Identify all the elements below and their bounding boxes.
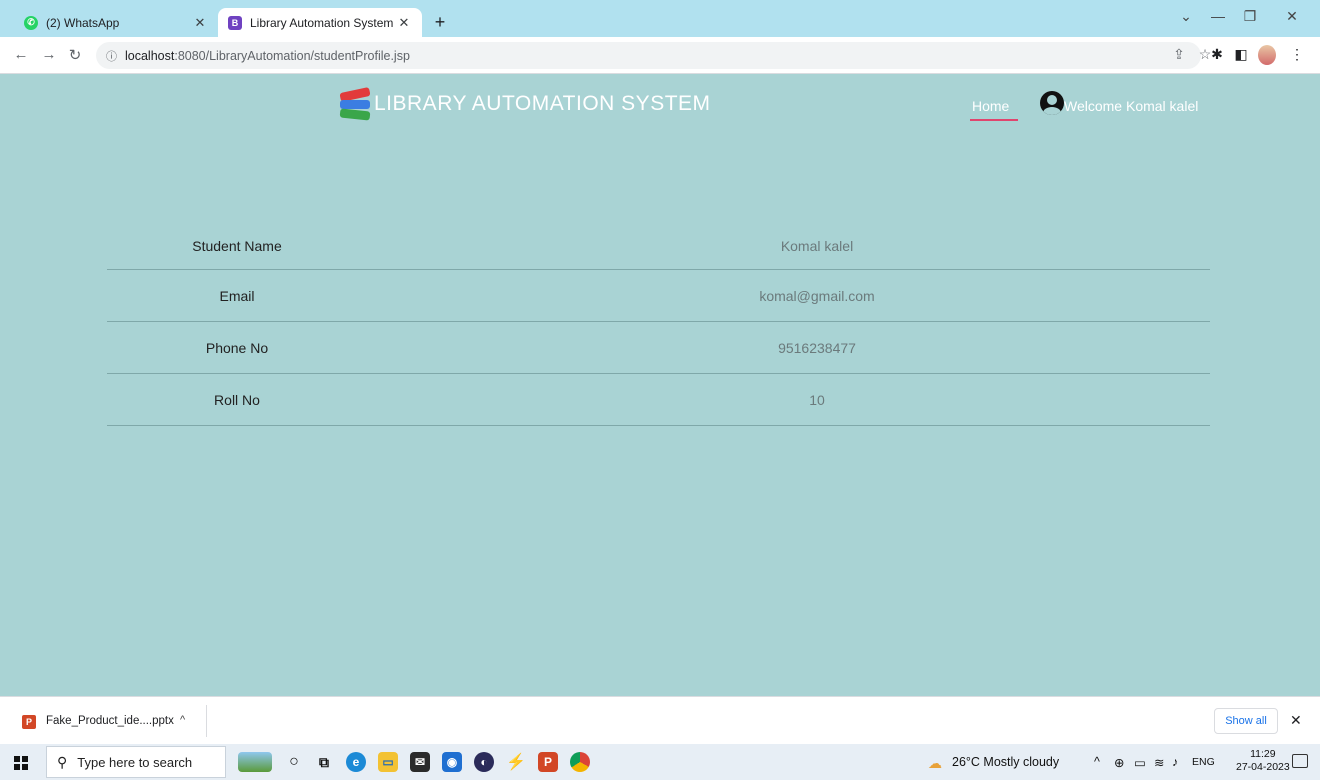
close-tab-icon[interactable]: ✕ bbox=[396, 15, 412, 31]
table-row: Email komal@gmail.com bbox=[107, 270, 1210, 322]
volume-icon[interactable]: ♪ bbox=[1172, 755, 1178, 769]
close-window-icon[interactable]: ✕ bbox=[1282, 8, 1302, 25]
landscape-widget-icon[interactable] bbox=[238, 752, 272, 772]
side-panel-icon[interactable]: ◧ bbox=[1232, 46, 1250, 63]
chevron-up-icon[interactable]: ^ bbox=[1094, 755, 1100, 769]
powerpoint-file-icon: P bbox=[22, 715, 36, 729]
row-label: Student Name bbox=[192, 237, 282, 254]
table-row: Student Name Komal kalel bbox=[107, 222, 1210, 270]
profile-avatar[interactable] bbox=[1258, 45, 1276, 65]
close-download-bar-icon[interactable]: ✕ bbox=[1290, 712, 1302, 729]
back-icon[interactable]: ← bbox=[12, 46, 30, 63]
taskbar: ⚲ Type here to search ○ ⧉ e ▭ ✉ ◉ ◐ ⚡ P … bbox=[0, 744, 1320, 780]
extensions-icon[interactable]: ✱ bbox=[1208, 46, 1226, 63]
weather-icon: ☁ bbox=[928, 755, 942, 771]
tab-library-automation[interactable]: B Library Automation System ✕ bbox=[218, 8, 422, 37]
row-value: komal@gmail.com bbox=[759, 287, 875, 304]
eclipse-icon[interactable]: ◐ bbox=[474, 752, 494, 772]
tab-search-chevron-icon[interactable]: ⌄ bbox=[1176, 8, 1196, 25]
download-item[interactable]: Fake_Product_ide....pptx bbox=[46, 715, 174, 727]
dell-icon[interactable]: ◉ bbox=[442, 752, 462, 772]
student-profile-table: Student Name Komal kalel Email komal@gma… bbox=[107, 222, 1210, 426]
user-avatar-icon[interactable] bbox=[1040, 91, 1064, 115]
bootstrap-icon: B bbox=[228, 15, 242, 30]
tab-whatsapp[interactable]: ✆ (2) WhatsApp ✕ bbox=[14, 8, 218, 37]
url-host: localhost bbox=[125, 48, 175, 63]
app-icon[interactable]: ⚡ bbox=[506, 752, 526, 772]
clock-time: 11:29 bbox=[1250, 748, 1276, 760]
battery-icon[interactable]: ▭ bbox=[1134, 755, 1146, 770]
edge-icon[interactable]: e bbox=[346, 752, 366, 772]
browser-toolbar: ← → ↻ ⓘ localhost:8080/LibraryAutomation… bbox=[0, 37, 1320, 74]
powerpoint-icon[interactable]: P bbox=[538, 752, 558, 772]
notifications-icon[interactable] bbox=[1292, 754, 1308, 768]
taskbar-search[interactable]: ⚲ Type here to search bbox=[46, 746, 226, 778]
table-row: Phone No 9516238477 bbox=[107, 322, 1210, 374]
close-tab-icon[interactable]: ✕ bbox=[192, 15, 208, 31]
meet-icon[interactable]: ⊕ bbox=[1114, 755, 1124, 770]
nav-home-active-underline bbox=[970, 119, 1018, 121]
address-bar[interactable]: ⓘ localhost:8080/LibraryAutomation/stude… bbox=[96, 42, 1201, 69]
forward-icon[interactable]: → bbox=[40, 46, 58, 63]
tab-title: (2) WhatsApp bbox=[46, 15, 120, 30]
download-bar: P Fake_Product_ide....pptx ^ Show all ✕ bbox=[0, 696, 1320, 744]
row-label: Roll No bbox=[214, 391, 260, 408]
menu-icon[interactable]: ⋮ bbox=[1288, 46, 1306, 63]
url-path: :8080/LibraryAutomation/studentProfile.j… bbox=[174, 48, 410, 63]
minimize-icon[interactable]: — bbox=[1208, 8, 1228, 24]
mail-icon[interactable]: ✉ bbox=[410, 752, 430, 772]
clock[interactable]: 11:29 27-04-2023 bbox=[1236, 748, 1290, 774]
row-label: Email bbox=[219, 287, 255, 304]
table-row: Roll No 10 bbox=[107, 374, 1210, 426]
reload-icon[interactable]: ↻ bbox=[66, 46, 84, 64]
file-explorer-icon[interactable]: ▭ bbox=[378, 752, 398, 772]
brand-title: LIBRARY AUTOMATION SYSTEM bbox=[374, 92, 711, 115]
show-all-button[interactable]: Show all bbox=[1214, 708, 1278, 734]
books-logo-icon bbox=[338, 86, 372, 121]
chevron-up-icon[interactable]: ^ bbox=[180, 714, 185, 726]
chrome-icon[interactable] bbox=[570, 752, 590, 772]
nav-home-link[interactable]: Home bbox=[972, 98, 1009, 114]
page-content: LIBRARY AUTOMATION SYSTEM Home Welcome K… bbox=[0, 74, 1320, 696]
cortana-icon[interactable]: ○ bbox=[284, 752, 304, 772]
clock-date: 27-04-2023 bbox=[1236, 761, 1290, 773]
tab-strip: ✆ (2) WhatsApp ✕ B Library Automation Sy… bbox=[0, 0, 1320, 37]
restore-icon[interactable]: ❐ bbox=[1240, 8, 1260, 25]
site-info-icon[interactable]: ⓘ bbox=[106, 48, 117, 64]
welcome-user-link[interactable]: Welcome Komal kalel bbox=[1064, 98, 1198, 114]
task-view-icon[interactable]: ⧉ bbox=[314, 752, 334, 772]
language-indicator[interactable]: ENG bbox=[1192, 756, 1215, 768]
row-value: 9516238477 bbox=[778, 339, 856, 356]
row-label: Phone No bbox=[205, 339, 269, 356]
tab-title: Library Automation System bbox=[250, 15, 394, 30]
weather-text[interactable]: 26°C Mostly cloudy bbox=[952, 755, 1059, 769]
divider bbox=[206, 705, 207, 737]
whatsapp-icon: ✆ bbox=[24, 15, 38, 30]
wifi-icon[interactable]: ≋ bbox=[1154, 755, 1164, 770]
row-value: 10 bbox=[809, 391, 825, 408]
windows-start-icon[interactable] bbox=[14, 756, 28, 770]
row-value: Komal kalel bbox=[780, 237, 854, 254]
new-tab-button[interactable]: + bbox=[430, 12, 450, 33]
share-icon[interactable]: ⇪ bbox=[1170, 46, 1188, 63]
search-placeholder: Type here to search bbox=[77, 754, 193, 770]
search-icon: ⚲ bbox=[57, 753, 68, 770]
brand[interactable]: LIBRARY AUTOMATION SYSTEM bbox=[338, 86, 711, 121]
